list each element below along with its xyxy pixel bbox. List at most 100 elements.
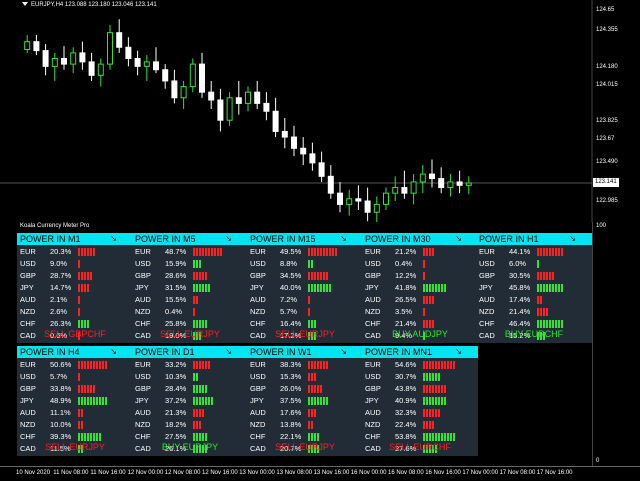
strength-bar xyxy=(314,320,316,328)
strength-bar xyxy=(308,361,310,369)
candle-body xyxy=(300,147,307,155)
panel-header[interactable]: POWER IN M1 ↘ xyxy=(17,233,133,245)
strength-bar xyxy=(196,248,198,256)
strength-percent: 54.6% xyxy=(395,360,417,369)
strength-bar xyxy=(308,320,310,328)
price-chart[interactable]: EURJPY,H4 123.088 123.180 123.046 123.14… xyxy=(0,0,640,222)
candle-body xyxy=(438,178,445,189)
strength-bar xyxy=(317,385,319,393)
strength-bar xyxy=(444,433,446,441)
pin-icon[interactable]: ↘ xyxy=(340,233,347,245)
strength-bar xyxy=(78,409,80,417)
currency-code: AUD xyxy=(365,408,381,417)
currency-row: EUR 33.2% xyxy=(135,359,247,371)
strength-bar xyxy=(326,284,328,292)
indicator-window[interactable]: Koala Currency Meter Pro 100 0 POWER IN … xyxy=(0,222,640,466)
candle-body xyxy=(364,200,371,213)
candle-body xyxy=(235,97,242,104)
strength-bars xyxy=(193,320,208,328)
strength-bar xyxy=(102,397,104,405)
strength-percent: 26.5% xyxy=(395,295,417,304)
strength-percent: 2.6% xyxy=(50,307,68,316)
currency-code: AUD xyxy=(20,295,36,304)
candle xyxy=(79,41,86,70)
trade-signal: BUY EURJPY xyxy=(161,442,219,452)
candle xyxy=(383,187,389,210)
candle xyxy=(245,86,251,112)
strength-bar xyxy=(105,361,107,369)
strength-bar xyxy=(311,284,313,292)
strength-bar xyxy=(435,373,437,381)
candlestick-chart[interactable] xyxy=(0,0,640,222)
strength-bar xyxy=(429,421,431,429)
panel-header[interactable]: POWER IN MN1 ↘ xyxy=(362,346,478,358)
trade-signal: BUY AUDJPY xyxy=(392,329,448,339)
panel-header[interactable]: POWER IN M15 ↘ xyxy=(247,233,363,245)
strength-percent: 50.6% xyxy=(50,360,72,369)
strength-bars xyxy=(308,409,317,417)
panel-header[interactable]: POWER IN H1 ↘ xyxy=(476,233,592,245)
strength-bar xyxy=(423,421,425,429)
panel-header[interactable]: POWER IN W1 ↘ xyxy=(247,346,363,358)
strength-bar xyxy=(320,284,322,292)
strength-bar xyxy=(438,433,440,441)
currency-code: NZD xyxy=(135,420,151,429)
currency-code: GBP xyxy=(135,271,151,280)
strength-percent: 10.0% xyxy=(50,420,72,429)
pin-icon[interactable]: ↘ xyxy=(340,346,347,358)
strength-bar xyxy=(214,248,216,256)
pin-icon[interactable]: ↘ xyxy=(110,346,117,358)
pin-icon[interactable]: ↘ xyxy=(455,346,462,358)
candle xyxy=(281,117,288,149)
candle-body xyxy=(456,181,463,186)
candle-body xyxy=(143,61,150,67)
candle-body xyxy=(465,182,472,186)
pin-icon[interactable]: ↘ xyxy=(569,233,576,245)
strength-bar xyxy=(432,397,434,405)
strength-bar xyxy=(438,373,440,381)
panel-header[interactable]: POWER IN M5 ↘ xyxy=(132,233,248,245)
strength-bar xyxy=(429,284,431,292)
strength-bar xyxy=(555,284,557,292)
strength-bar xyxy=(96,433,98,441)
pin-icon[interactable]: ↘ xyxy=(225,346,232,358)
strength-bar xyxy=(438,409,440,417)
currency-row: EUR 44.1% xyxy=(479,246,591,258)
candle xyxy=(153,47,159,74)
panel-header[interactable]: POWER IN D1 ↘ xyxy=(132,346,248,358)
strength-bar xyxy=(196,272,198,280)
panel-header[interactable]: POWER IN H4 ↘ xyxy=(17,346,133,358)
strength-bars xyxy=(308,361,329,369)
candle-body xyxy=(208,91,215,101)
time-axis-label: 11 Nov 08:00 xyxy=(53,470,89,476)
currency-row: GBP 43.8% xyxy=(365,383,477,395)
strength-bar xyxy=(314,284,316,292)
strength-bars xyxy=(423,284,447,292)
currency-code: USD xyxy=(365,372,381,381)
strength-bar xyxy=(202,361,204,369)
price-axis-label: 124.65 xyxy=(596,7,615,13)
strength-bar xyxy=(435,409,437,417)
currency-code: JPY xyxy=(479,283,493,292)
strength-bar xyxy=(87,284,89,292)
strength-bars xyxy=(78,421,84,429)
currency-row: GBP 28.6% xyxy=(135,270,247,282)
strength-bar xyxy=(87,385,89,393)
strength-bar xyxy=(432,361,434,369)
panel-header[interactable]: POWER IN M30 ↘ xyxy=(362,233,478,245)
strength-bar xyxy=(314,248,316,256)
indicator-title: Koala Currency Meter Pro xyxy=(20,223,90,229)
pin-icon[interactable]: ↘ xyxy=(455,233,462,245)
strength-bar xyxy=(537,308,539,316)
strength-bars xyxy=(423,409,441,417)
strength-bars xyxy=(308,421,314,429)
strength-bar xyxy=(441,361,443,369)
strength-bar xyxy=(78,320,80,328)
strength-bars xyxy=(308,397,329,405)
time-axis-label: 16 Nov 00:00 xyxy=(350,470,387,476)
pin-icon[interactable]: ↘ xyxy=(110,233,117,245)
strength-bar xyxy=(432,373,434,381)
strength-bar xyxy=(537,272,539,280)
pin-icon[interactable]: ↘ xyxy=(225,233,232,245)
strength-bar xyxy=(323,248,325,256)
